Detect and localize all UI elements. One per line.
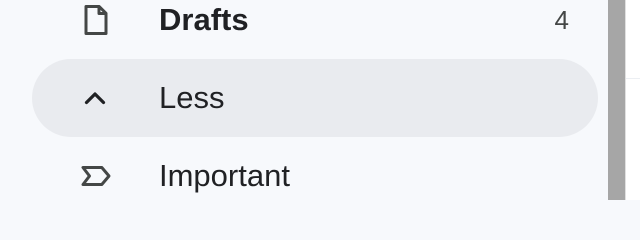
mail-sidebar: Drafts 4 Less Important <box>0 0 608 200</box>
sidebar-item-drafts[interactable]: Drafts 4 <box>32 0 598 59</box>
mail-sidebar-screenshot: Drafts 4 Less Important <box>0 0 640 200</box>
chevron-up-icon <box>84 92 106 105</box>
sidebar-item-less[interactable]: Less <box>32 59 598 137</box>
sidebar-item-label: Important <box>159 158 290 193</box>
sidebar-item-important[interactable]: Important <box>32 137 598 200</box>
message-list-edge <box>625 0 640 200</box>
important-label-icon <box>81 166 111 186</box>
file-icon <box>84 5 108 35</box>
sidebar-item-label: Drafts <box>159 2 249 37</box>
divider <box>626 78 640 79</box>
sidebar-scrollbar[interactable] <box>608 0 625 200</box>
sidebar-item-label: Less <box>159 80 225 115</box>
unread-count: 4 <box>554 5 569 35</box>
